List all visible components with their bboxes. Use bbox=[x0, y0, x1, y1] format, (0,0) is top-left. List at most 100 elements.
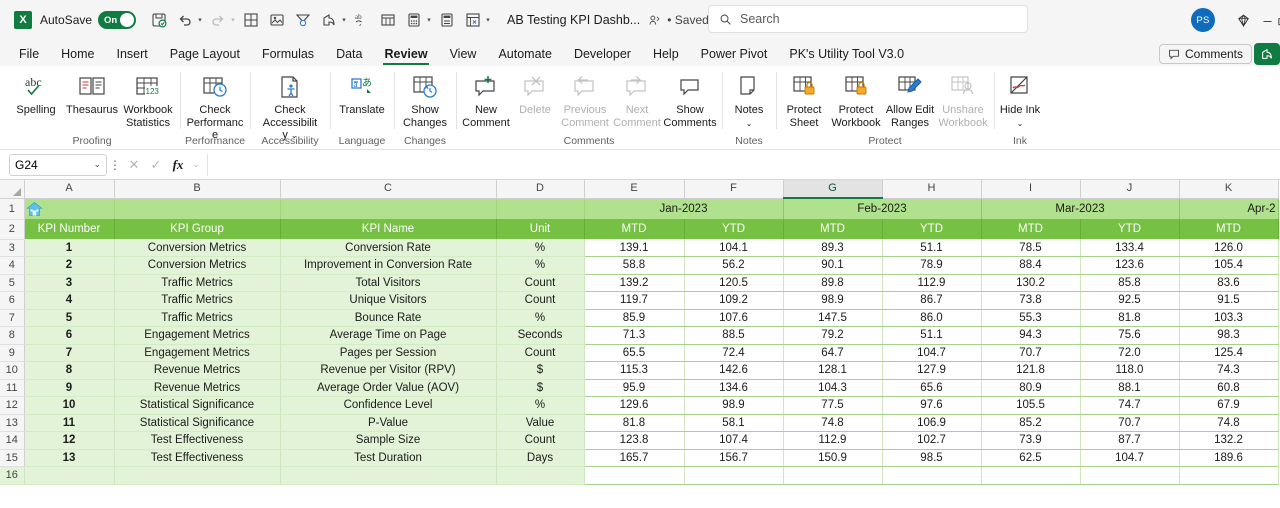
grid-cell-G11[interactable]: 104.3 bbox=[783, 379, 883, 397]
cancel-icon[interactable]: ✕ bbox=[123, 154, 145, 176]
grid-cell-D6[interactable]: Count bbox=[496, 291, 585, 310]
grid-cell-F7[interactable]: 107.6 bbox=[684, 309, 784, 327]
grid-cell-A3[interactable]: 1 bbox=[24, 239, 115, 257]
grid-cell-I12[interactable]: 105.5 bbox=[981, 396, 1081, 415]
grid-cell-H4[interactable]: 78.9 bbox=[882, 256, 982, 275]
grid-cell-C13[interactable]: P-Value bbox=[280, 414, 497, 432]
grid-cell-K12[interactable]: 67.9 bbox=[1179, 396, 1279, 415]
month-band-feb[interactable]: Feb-2023 bbox=[782, 198, 982, 219]
show-comments-button[interactable]: Show Comments bbox=[662, 70, 718, 131]
grid-cell-I4[interactable]: 88.4 bbox=[981, 256, 1081, 275]
calculator-dropdown-icon[interactable]: ▾ bbox=[424, 16, 434, 24]
new-comment-button[interactable]: New Comment bbox=[460, 70, 512, 131]
header-jan-mtd[interactable]: MTD bbox=[584, 219, 685, 239]
grid-cell-C10[interactable]: Revenue per Visitor (RPV) bbox=[280, 361, 497, 380]
row-header-16[interactable]: 16 bbox=[0, 466, 25, 485]
grid-cell-H5[interactable]: 112.9 bbox=[882, 274, 982, 292]
header-kpi-group[interactable]: KPI Group bbox=[114, 219, 281, 239]
delete-comment-button[interactable]: Delete bbox=[512, 70, 558, 119]
header-apr-mtd[interactable]: MTD bbox=[1179, 219, 1279, 239]
thesaurus-button[interactable]: Thesaurus bbox=[64, 70, 120, 119]
grid-cell-D9[interactable]: Count bbox=[496, 344, 585, 362]
autosave-toggle[interactable]: On bbox=[98, 11, 137, 29]
grid-cell-F14[interactable]: 107.4 bbox=[684, 431, 784, 450]
notes-button[interactable]: Notes ⌄ bbox=[726, 70, 772, 132]
customize-qat-icon[interactable]: ▾ bbox=[483, 16, 493, 24]
row-header-8[interactable]: 8 bbox=[0, 326, 25, 345]
row-header-1[interactable]: 1 bbox=[0, 198, 25, 220]
tab-home[interactable]: Home bbox=[50, 45, 105, 66]
grid-cell-H7[interactable]: 86.0 bbox=[882, 309, 982, 327]
translate-button[interactable]: aあ Translate bbox=[334, 70, 390, 119]
formula-bar-options-icon[interactable]: ⋮ bbox=[107, 158, 123, 172]
grid-cell-D4[interactable]: % bbox=[496, 256, 585, 275]
grid-cell-I7[interactable]: 55.3 bbox=[981, 309, 1081, 327]
insert-picture-icon[interactable] bbox=[264, 7, 290, 33]
grid-cell-D1[interactable] bbox=[496, 198, 585, 219]
header-kpi-name[interactable]: KPI Name bbox=[280, 219, 497, 239]
grid-cell-H14[interactable]: 102.7 bbox=[882, 431, 982, 450]
spelling-icon[interactable]: ab bbox=[349, 7, 375, 33]
grid-cell-H15[interactable]: 98.5 bbox=[882, 449, 982, 467]
grid-cell-E6[interactable]: 119.7 bbox=[584, 291, 685, 310]
grid-cell-B9[interactable]: Engagement Metrics bbox=[114, 344, 281, 362]
grid-cell-K7[interactable]: 103.3 bbox=[1179, 309, 1279, 327]
header-jan-ytd[interactable]: YTD bbox=[684, 219, 784, 239]
grid-cell-H11[interactable]: 65.6 bbox=[882, 379, 982, 397]
tab-pk-utility-tool[interactable]: PK's Utility Tool V3.0 bbox=[778, 45, 915, 66]
grid-cell-J7[interactable]: 81.8 bbox=[1080, 309, 1180, 327]
table-icon[interactable] bbox=[375, 7, 401, 33]
grid-cell-H10[interactable]: 127.9 bbox=[882, 361, 982, 380]
header-mar-mtd[interactable]: MTD bbox=[981, 219, 1081, 239]
home-icon-cell[interactable] bbox=[24, 198, 115, 219]
hide-ink-button[interactable]: Hide Ink ⌄ bbox=[998, 70, 1042, 132]
grid-cell-G13[interactable]: 74.8 bbox=[783, 414, 883, 432]
grid-cell-K11[interactable]: 60.8 bbox=[1179, 379, 1279, 397]
grid-cell-G10[interactable]: 128.1 bbox=[783, 361, 883, 380]
grid-cell-A13[interactable]: 11 bbox=[24, 414, 115, 432]
grid-cell-E8[interactable]: 71.3 bbox=[584, 326, 685, 345]
grid-cell-E5[interactable]: 139.2 bbox=[584, 274, 685, 292]
tab-data[interactable]: Data bbox=[325, 45, 373, 66]
column-header-I[interactable]: I bbox=[981, 180, 1081, 199]
grid-cell-B7[interactable]: Traffic Metrics bbox=[114, 309, 281, 327]
column-header-B[interactable]: B bbox=[114, 180, 281, 199]
grid-cell-A16[interactable] bbox=[24, 466, 115, 485]
column-header-J[interactable]: J bbox=[1080, 180, 1180, 199]
row-header-2[interactable]: 2 bbox=[0, 219, 25, 240]
row-header-6[interactable]: 6 bbox=[0, 291, 25, 310]
grid-cell-H6[interactable]: 86.7 bbox=[882, 291, 982, 310]
comments-button[interactable]: Comments bbox=[1158, 44, 1252, 64]
grid-cell-C8[interactable]: Average Time on Page bbox=[280, 326, 497, 345]
grid-cell-C3[interactable]: Conversion Rate bbox=[280, 239, 497, 257]
grid-cell-A4[interactable]: 2 bbox=[24, 256, 115, 275]
grid-cell-K9[interactable]: 125.4 bbox=[1179, 344, 1279, 362]
grid-cell-F9[interactable]: 72.4 bbox=[684, 344, 784, 362]
grid-cell-G15[interactable]: 150.9 bbox=[783, 449, 883, 467]
grid-cell-K15[interactable]: 189.6 bbox=[1179, 449, 1279, 467]
tab-formulas[interactable]: Formulas bbox=[251, 45, 325, 66]
grid-cell-H9[interactable]: 104.7 bbox=[882, 344, 982, 362]
grid-cell-I8[interactable]: 94.3 bbox=[981, 326, 1081, 345]
filter-icon[interactable] bbox=[290, 7, 316, 33]
calculate-now-icon[interactable] bbox=[434, 7, 460, 33]
grid-cell-B13[interactable]: Statistical Significance bbox=[114, 414, 281, 432]
tab-power-pivot[interactable]: Power Pivot bbox=[690, 45, 779, 66]
grid-cell-I10[interactable]: 121.8 bbox=[981, 361, 1081, 380]
grid-cell-D15[interactable]: Days bbox=[496, 449, 585, 467]
grid-cell-I16[interactable] bbox=[981, 466, 1081, 485]
grid-cell-A10[interactable]: 8 bbox=[24, 361, 115, 380]
grid-cell-I11[interactable]: 80.9 bbox=[981, 379, 1081, 397]
fx-icon[interactable]: fx bbox=[167, 154, 189, 176]
protect-workbook-button[interactable]: Protect Workbook bbox=[828, 70, 884, 131]
grid-cell-J6[interactable]: 92.5 bbox=[1080, 291, 1180, 310]
column-header-C[interactable]: C bbox=[280, 180, 497, 199]
protect-sheet-button[interactable]: Protect Sheet bbox=[780, 70, 828, 131]
tab-insert[interactable]: Insert bbox=[106, 45, 159, 66]
column-header-H[interactable]: H bbox=[882, 180, 982, 199]
borders-icon[interactable] bbox=[238, 7, 264, 33]
month-band-apr[interactable]: Apr-2 bbox=[1178, 198, 1279, 219]
undo-dropdown-icon[interactable]: ▾ bbox=[195, 16, 205, 24]
grid-cell-E16[interactable] bbox=[584, 466, 685, 485]
header-kpi-number[interactable]: KPI Number bbox=[24, 219, 115, 239]
